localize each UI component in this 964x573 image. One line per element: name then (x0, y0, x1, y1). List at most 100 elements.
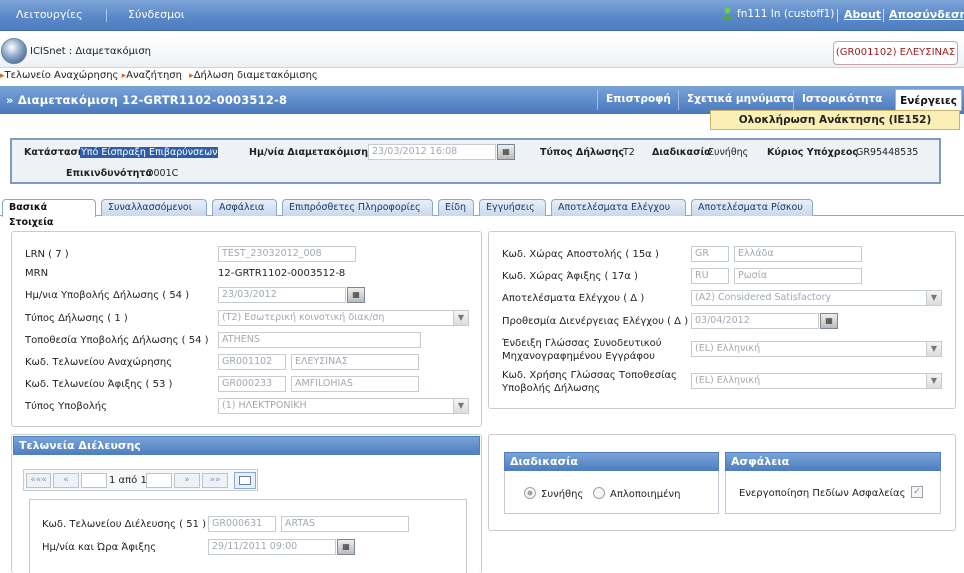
lrn-label: LRN ( 7 ) (25, 249, 69, 260)
arrival-office-code[interactable]: GR000233 (218, 376, 286, 392)
current-user: fn111 In (custoff1) (737, 8, 835, 20)
declaration-type-select[interactable]: (T2) Εσωτερική κοινοτική διακ/ση ▼ (218, 310, 469, 326)
type-label: Τύπος Δήλωσης (540, 147, 625, 158)
menu-functions[interactable]: Λειτουργίες (16, 8, 83, 21)
submission-date-label: Ημ/νια Υποβολής Δήλωσης ( 54 ) (25, 290, 190, 301)
control-deadline-label: Προθεσμία Διενέργειας Ελέγχου ( Δ ) (502, 316, 689, 327)
breadcrumb-item[interactable]: Αναζήτηση (126, 70, 182, 81)
grid-view-icon[interactable] (234, 472, 256, 489)
chevron-down-icon: ▼ (453, 311, 468, 325)
messages-button[interactable]: Σχετικά μηνύματα (678, 90, 802, 110)
menu-divider (106, 9, 107, 22)
destination-country-name[interactable]: Ρωσία (734, 268, 862, 284)
globe-logo-icon (1, 38, 27, 64)
procedure-value: Συνήθης (708, 147, 749, 158)
arrival-datetime-label: Ημ/νία και Ώρα Άφιξης (42, 542, 157, 553)
tab-control-results[interactable]: Αποτελέσματα Ελέγχου (551, 199, 686, 216)
tab-security[interactable]: Ασφάλεια (212, 199, 277, 216)
procedure-label: Διαδικασία (652, 147, 711, 158)
risk-label: Επικινδυνότητα (66, 168, 152, 179)
status-label: Κατάσταση (24, 147, 85, 158)
dispatch-country-code[interactable]: GR (691, 246, 729, 262)
transit-office-label: Κωδ. Τελωνείου Διέλευσης ( 51 ) (42, 519, 207, 530)
submission-type-select[interactable]: (1) ΗΛΕΚΤΡΟΝΙΚΗ ▼ (218, 398, 469, 414)
breadcrumb-item[interactable]: Τελωνείο Αναχώρησης (5, 70, 119, 81)
about-link[interactable]: About (844, 8, 881, 21)
radio-simplified[interactable] (593, 487, 605, 499)
enable-security-checkbox[interactable]: ✓ (911, 486, 923, 498)
tab-traders[interactable]: Συναλλασσόμενοι (101, 199, 207, 216)
page-input[interactable] (81, 473, 107, 488)
status-value: Υπό Είσπραξη Επιβαρύνσεων (80, 147, 219, 158)
chevron-down-icon: ▼ (926, 374, 941, 388)
menu-divider (883, 9, 884, 22)
obligor-value: GR95448535 (856, 147, 919, 158)
page-info: 1 από 1 (109, 475, 147, 486)
breadcrumb: ▸Τελωνείο Αναχώρησης ▸Αναζήτηση ▸Δήλωση … (0, 70, 318, 84)
complete-recovery-menu-item[interactable]: Ολοκλήρωση Ανάκτησης (IE152) (710, 110, 960, 130)
obligor-label: Κύριος Υπόχρεος (767, 147, 859, 158)
calendar-icon[interactable]: ▦ (820, 313, 838, 329)
chevron-down-icon: ▼ (453, 399, 468, 413)
doc-language-select[interactable]: (EL) Ελληνική ▼ (691, 341, 942, 357)
transit-office-code[interactable]: GR000631 (208, 516, 276, 532)
departure-office-label: Κωδ. Τελωνείου Αναχώρησης (25, 357, 173, 368)
lrn-field[interactable]: TEST_23032012_008 (218, 246, 356, 262)
tab-additional-info[interactable]: Επιπρόσθετες Πληροφορίες (282, 199, 433, 216)
arrival-office-label: Κωδ. Τελωνείου Άφιξης ( 53 ) (25, 379, 173, 390)
submission-place-field[interactable]: ATHENS (218, 332, 421, 348)
procedure-header: Διαδικασία (504, 452, 719, 471)
transit-office-record (29, 499, 467, 573)
departure-office-code[interactable]: GR001102 (218, 354, 286, 370)
enable-security-label: Ενεργοποίηση Πεδίων Ασφαλείας (739, 488, 906, 499)
tab-items[interactable]: Είδη (438, 199, 474, 216)
type-value: T2 (623, 147, 635, 158)
last-page-button[interactable]: »» (202, 473, 228, 488)
radio-normal-label: Συνήθης (541, 489, 584, 500)
mrn-label: MRN (25, 268, 49, 279)
control-deadline-field[interactable]: 03/04/2012 (691, 313, 819, 329)
chevron-down-icon: ▼ (926, 342, 941, 356)
tab-basic[interactable]: Βασικά Στοιχεία (2, 199, 96, 228)
history-button[interactable]: Ιστορικότητα (793, 90, 890, 110)
control-results-label: Αποτελέσματα Ελέγχου ( Δ ) (502, 293, 645, 304)
departure-office-name[interactable]: ΕΛΕΥΣΙΝΑΣ (291, 354, 419, 370)
submission-type-label: Τύπος Υποβολής (25, 401, 107, 412)
page-blank (146, 473, 172, 488)
control-results-select[interactable]: (A2) Considered Satisfactory ▼ (691, 290, 942, 306)
next-page-button[interactable]: » (174, 473, 200, 488)
place-language-label: Κωδ. Χρήσης Γλώσσας Τοποθεσίας Υποβολής Δ… (502, 370, 677, 394)
app-title: ICISnet : Διαμετακόμιση (30, 46, 151, 57)
destination-country-code[interactable]: RU (691, 268, 729, 284)
dispatch-country-label: Κωδ. Χώρας Αποστολής ( 15α ) (502, 249, 659, 260)
transit-offices-header: Τελωνεία Διέλευσης (13, 436, 480, 455)
security-header: Ασφάλεια (725, 452, 941, 471)
submission-date-field[interactable]: 23/03/2012 (218, 287, 346, 303)
back-button[interactable]: Επιστροφή (597, 90, 679, 110)
page-title: » Διαμετακόμιση 12-GRTR1102-0003512-8 (6, 93, 288, 107)
calendar-icon[interactable]: ▦ (337, 539, 355, 555)
prev-page-button[interactable]: « (53, 473, 79, 488)
actions-button[interactable]: Ενέργειες (895, 89, 962, 111)
calendar-icon[interactable]: ▦ (347, 287, 365, 303)
user-icon (722, 7, 733, 20)
arrival-office-name[interactable]: AMFILOHIAS (291, 376, 419, 392)
calendar-icon[interactable]: ▦ (497, 144, 515, 160)
arrival-datetime-field[interactable]: 29/11/2011 09:00 (208, 539, 336, 555)
place-language-select[interactable]: (EL) Ελληνική ▼ (691, 373, 942, 389)
tab-risk-results[interactable]: Αποτελέσματα Ρίσκου (691, 199, 813, 216)
logout-link[interactable]: Αποσύνδεση (889, 8, 964, 21)
menu-links[interactable]: Σύνδεσμοι (128, 8, 185, 21)
first-page-button[interactable]: ««« (26, 473, 51, 488)
tab-guarantees[interactable]: Εγγυήσεις (479, 199, 546, 216)
radio-normal[interactable] (524, 487, 536, 499)
menu-divider (837, 9, 838, 22)
mrn-value: 12-GRTR1102-0003512-8 (218, 268, 346, 279)
declaration-type-label: Τύπος Δήλωσης ( 1 ) (25, 313, 128, 324)
destination-country-label: Κωδ. Χώρας Άφιξης ( 17α ) (502, 271, 638, 282)
radio-simplified-label: Απλοποιημένη (610, 489, 681, 500)
chevron-down-icon: ▼ (926, 291, 941, 305)
dispatch-country-name[interactable]: Ελλάδα (734, 246, 862, 262)
transit-office-name[interactable]: ARTAS (281, 516, 409, 532)
transit-date-field[interactable]: 23/03/2012 16:08 (368, 144, 496, 160)
